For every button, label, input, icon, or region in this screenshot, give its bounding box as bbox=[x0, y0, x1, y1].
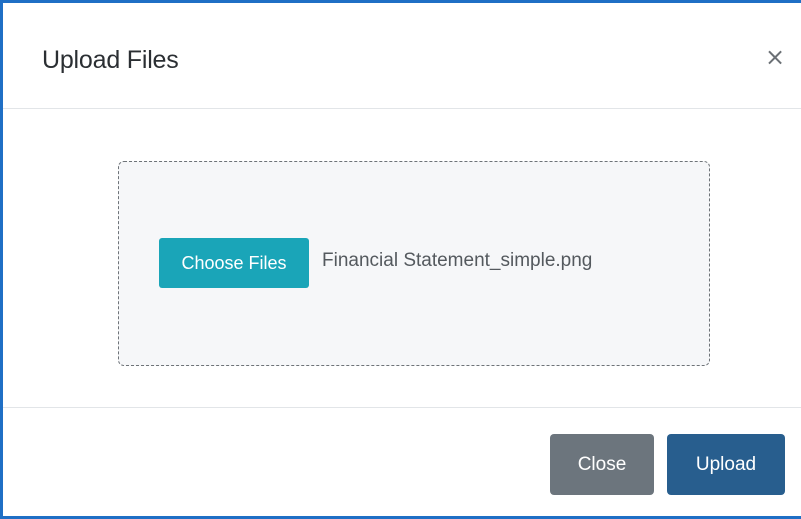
close-button[interactable]: Close bbox=[550, 434, 654, 495]
upload-files-modal: Upload Files × Choose Files Financial St… bbox=[0, 0, 801, 519]
upload-button[interactable]: Upload bbox=[667, 434, 785, 495]
selected-file-name: Financial Statement_simple.png bbox=[322, 250, 593, 271]
file-dropzone[interactable]: Choose Files Financial Statement_simple.… bbox=[118, 161, 710, 366]
choose-files-button[interactable]: Choose Files bbox=[159, 238, 309, 288]
modal-title: Upload Files bbox=[42, 46, 179, 74]
modal-footer: Close Upload bbox=[3, 407, 801, 519]
modal-header: Upload Files × bbox=[3, 3, 801, 109]
close-icon[interactable]: × bbox=[763, 45, 787, 69]
modal-body: Choose Files Financial Statement_simple.… bbox=[3, 109, 801, 407]
